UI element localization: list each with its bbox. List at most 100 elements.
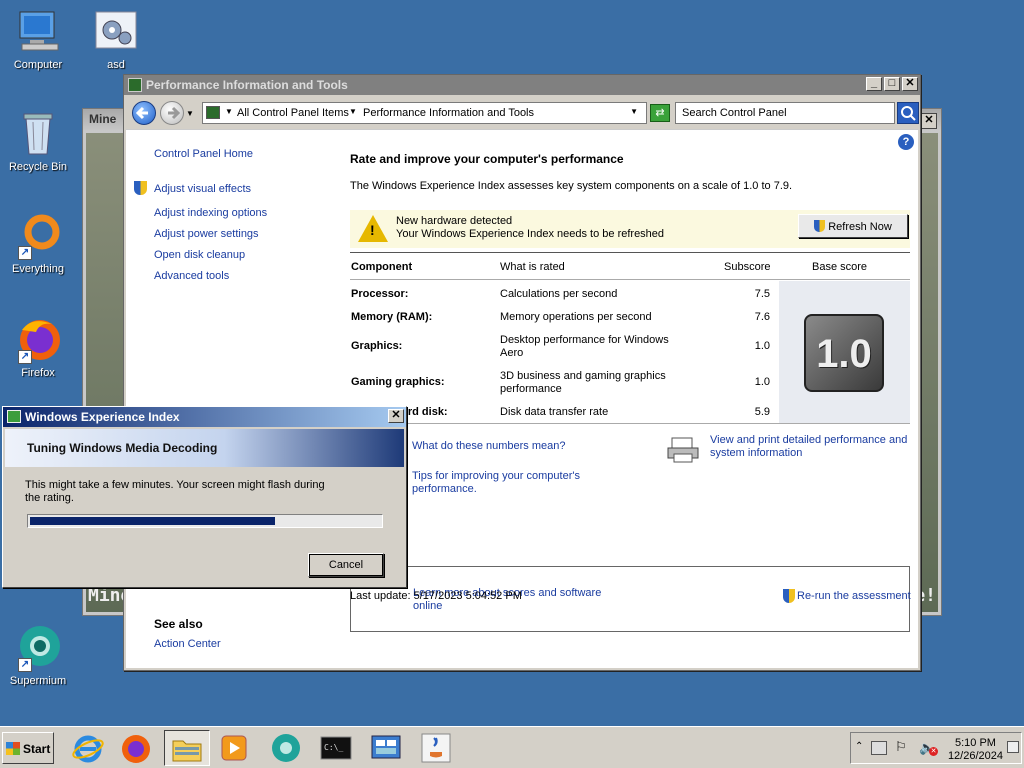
address-dropdown-icon[interactable]: ▼: [630, 107, 638, 116]
table-header: Component What is rated Subscore Base sc…: [350, 252, 910, 280]
row-rated: Calculations per second: [500, 288, 618, 300]
dialog-banner: Tuning Windows Media Decoding: [5, 429, 404, 467]
window-title: Performance Information and Tools: [146, 78, 348, 92]
forward-button[interactable]: [160, 101, 184, 125]
view-print-details-link[interactable]: View and print detailed performance and …: [710, 434, 910, 460]
address-bar[interactable]: ▼ All Control Panel Items ▼ Performance …: [202, 102, 647, 124]
see-also-heading: See also: [154, 617, 203, 631]
clock-date: 12/26/2024: [947, 750, 1003, 762]
taskbar-command-prompt[interactable]: C:\_: [318, 730, 356, 766]
firefox-icon: [122, 735, 150, 763]
desktop-icon-firefox[interactable]: ↗ Firefox: [0, 316, 76, 379]
command-prompt-icon: C:\_: [320, 736, 352, 760]
desktop-icon-asd[interactable]: asd: [78, 8, 154, 71]
recent-pages-dropdown[interactable]: ▼: [186, 109, 194, 118]
notice-message: Your Windows Experience Index needs to b…: [396, 228, 665, 240]
start-button[interactable]: Start: [2, 732, 54, 764]
dialog-titlebar[interactable]: Windows Experience Index ✕: [3, 407, 406, 427]
row-subscore: 7.5: [754, 288, 770, 300]
desktop-icon-everything[interactable]: ↗ Everything: [0, 212, 76, 275]
warning-icon: !: [358, 215, 388, 242]
clock[interactable]: 5:10 PM 12/26/2024: [948, 737, 1003, 763]
tips-link[interactable]: Tips for improving your computer's perfo…: [412, 470, 602, 496]
sidebar-link-indexing[interactable]: Adjust indexing options: [154, 207, 267, 219]
breadcrumb-all-items[interactable]: All Control Panel Items: [237, 107, 349, 119]
firefox-icon: ↗: [14, 316, 62, 364]
sidebar-link-advanced-tools[interactable]: Advanced tools: [154, 270, 229, 282]
dialog-title: Windows Experience Index: [25, 410, 180, 424]
last-update-text: Last update: 5/17/2023 5:04:52 PM: [350, 590, 522, 602]
refresh-arrows-icon[interactable]: ⇄: [650, 104, 670, 122]
row-component: Memory (RAM):: [351, 311, 433, 323]
window-app-icon: [128, 78, 142, 92]
base-score-panel: 1.0: [779, 281, 910, 423]
shortcut-arrow-icon: ↗: [18, 350, 32, 364]
maximize-button[interactable]: □: [884, 77, 900, 91]
background-window-close-button[interactable]: ✕: [921, 113, 937, 129]
minimize-button[interactable]: _: [866, 77, 882, 91]
taskbar-firefox[interactable]: [118, 730, 156, 766]
row-subscore: 7.6: [754, 311, 770, 323]
row-component: Gaming graphics:: [351, 376, 445, 388]
uac-shield-icon: [783, 589, 795, 603]
desktop-icon-recycle-bin[interactable]: Recycle Bin: [0, 110, 76, 173]
taskbar-supermium[interactable]: [268, 730, 306, 766]
taskbar-control-panel[interactable]: [368, 730, 406, 766]
row-rated: Desktop performance for Windows Aero: [500, 334, 669, 359]
taskbar-media-player[interactable]: [216, 730, 254, 766]
base-score-tile: 1.0: [804, 314, 884, 392]
sidebar-link-disk-cleanup[interactable]: Open disk cleanup: [154, 249, 245, 261]
uac-shield-icon: [134, 181, 147, 195]
action-center-flag-icon[interactable]: ⚐: [895, 739, 907, 755]
cancel-button[interactable]: Cancel: [308, 553, 384, 577]
dialog-message: This might take a few minutes. Your scre…: [25, 479, 325, 504]
refresh-now-label: Refresh Now: [828, 221, 892, 233]
rerun-assessment-link[interactable]: Re-run the assessment: [797, 590, 911, 602]
sidebar-link-power[interactable]: Adjust power settings: [154, 228, 259, 240]
desktop-icon-label: Supermium: [9, 675, 67, 687]
control-panel-home-link[interactable]: Control Panel Home: [154, 148, 253, 160]
action-center-link[interactable]: Action Center: [154, 638, 221, 650]
row-component: Processor:: [351, 288, 409, 300]
media-player-icon: [221, 735, 247, 761]
desktop-icon-supermium[interactable]: ↗ Supermium: [0, 624, 76, 687]
desktop-icon-label: asd: [107, 59, 125, 71]
taskbar-internet-explorer[interactable]: [70, 730, 108, 766]
muted-badge-icon: ✕: [929, 747, 938, 756]
dialog-close-button[interactable]: ✕: [388, 409, 404, 423]
breadcrumb-chevron-icon[interactable]: ▼: [225, 107, 233, 116]
desktop-icon-label: Recycle Bin: [8, 161, 68, 173]
show-desktop-icon[interactable]: [1007, 741, 1019, 753]
clock-time: 5:10 PM: [954, 737, 996, 749]
search-button[interactable]: [897, 102, 919, 124]
search-input[interactable]: Search Control Panel: [675, 102, 895, 124]
address-toolbar: ▼ ▼ All Control Panel Items ▼ Performanc…: [126, 97, 919, 127]
what-numbers-mean-link[interactable]: What do these numbers mean?: [412, 440, 565, 452]
start-label: Start: [23, 742, 51, 756]
breadcrumb-current[interactable]: Performance Information and Tools: [363, 107, 534, 119]
close-button[interactable]: ✕: [902, 77, 918, 91]
window-titlebar[interactable]: Performance Information and Tools _ □ ✕: [124, 75, 920, 95]
desktop-icon-label: Everything: [12, 263, 64, 275]
score-table: Component What is rated Subscore Base sc…: [350, 252, 910, 424]
back-button[interactable]: [132, 101, 156, 125]
breadcrumb-chevron-icon[interactable]: ▼: [349, 107, 357, 116]
row-rated: Disk data transfer rate: [500, 406, 609, 418]
desktop-icon-computer[interactable]: Computer: [0, 8, 76, 71]
row-component: Graphics:: [351, 340, 403, 352]
notice-title: New hardware detected: [396, 215, 513, 227]
sidebar-link-visual-effects[interactable]: Adjust visual effects: [154, 183, 251, 195]
show-hidden-icons-button[interactable]: ⌃: [855, 741, 863, 752]
page-heading: Rate and improve your computer's perform…: [350, 152, 624, 166]
computer-icon: [14, 8, 62, 56]
network-icon[interactable]: [871, 741, 887, 755]
taskbar-java[interactable]: [418, 730, 456, 766]
windows-logo-icon: [6, 742, 20, 755]
java-icon: [421, 733, 451, 763]
intro-text: The Windows Experience Index assesses ke…: [350, 180, 793, 192]
column-header-base-score: Base score: [812, 261, 868, 273]
help-icon[interactable]: ?: [898, 134, 914, 150]
refresh-now-button[interactable]: Refresh Now: [798, 214, 908, 238]
taskbar-explorer[interactable]: [164, 730, 210, 766]
supermium-icon: ↗: [14, 624, 62, 672]
